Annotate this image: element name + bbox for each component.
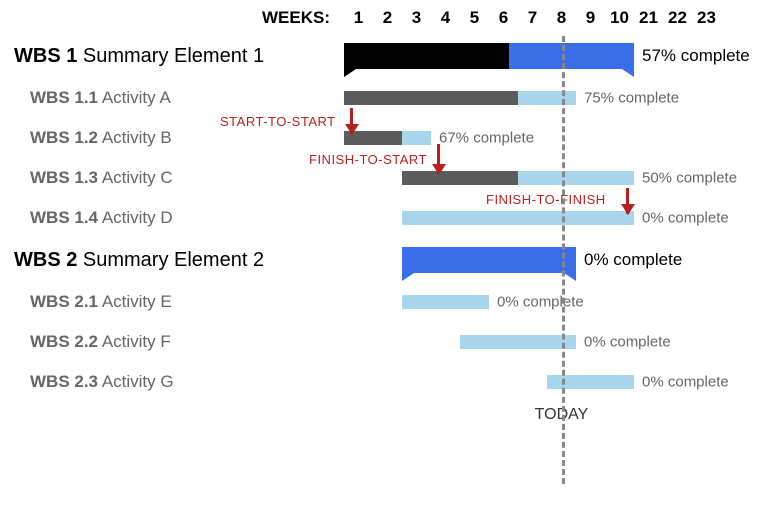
activity-bar xyxy=(460,335,576,349)
row-label: WBS 2.1 Activity E xyxy=(14,292,344,312)
activity-row: WBS 1.4 Activity D 0% complete xyxy=(14,198,758,238)
row-name: Summary Element 1 xyxy=(77,45,264,67)
today-line xyxy=(562,36,565,484)
dep-finish-to-finish-arrow-icon xyxy=(626,188,629,214)
summary-row: WBS 2 Summary Element 2 0% complete xyxy=(14,238,758,282)
row-label: WBS 1.1 Activity A xyxy=(14,88,344,108)
dep-finish-to-start-arrow-icon xyxy=(437,144,440,174)
wbs-code: WBS 1.4 xyxy=(30,208,98,227)
row-label: WBS 2.3 Activity G xyxy=(14,372,344,392)
weeks-header: WEEKS: 12345678910212223 xyxy=(14,8,758,28)
week-tick: 10 xyxy=(605,8,634,28)
progress-fill xyxy=(402,171,518,185)
row-name: Activity C xyxy=(98,168,173,187)
progress-label: 0% complete xyxy=(497,294,584,311)
summary-row: WBS 1 Summary Element 1 57% complete xyxy=(14,34,758,78)
week-tick: 22 xyxy=(663,8,692,28)
progress-label: 0% complete xyxy=(584,250,682,270)
weeks-label: WEEKS: xyxy=(14,8,344,28)
week-tick: 2 xyxy=(373,8,402,28)
week-tick: 1 xyxy=(344,8,373,28)
week-tick: 4 xyxy=(431,8,460,28)
progress-label: 57% complete xyxy=(642,46,750,66)
week-tick: 5 xyxy=(460,8,489,28)
row-name: Activity A xyxy=(98,88,171,107)
progress-label: 0% complete xyxy=(584,334,671,351)
activity-row: WBS 2.1 Activity E 0% complete xyxy=(14,282,758,322)
week-tick: 8 xyxy=(547,8,576,28)
progress-label: 0% complete xyxy=(642,210,729,227)
progress-fill xyxy=(344,43,509,69)
activity-bar xyxy=(402,295,489,309)
activity-row: WBS 2.2 Activity F 0% complete xyxy=(14,322,758,362)
row-label: WBS 1.4 Activity D xyxy=(14,208,344,228)
wbs-code: WBS 1.1 xyxy=(30,88,98,107)
row-label: WBS 1 Summary Element 1 xyxy=(14,45,344,68)
activity-row: WBS 1.1 Activity A 75% complete xyxy=(14,78,758,118)
wbs-code: WBS 2.3 xyxy=(30,372,98,391)
row-label: WBS 2.2 Activity F xyxy=(14,332,344,352)
week-tick: 9 xyxy=(576,8,605,28)
row-name: Activity D xyxy=(98,208,173,227)
row-label: WBS 2 Summary Element 2 xyxy=(14,249,344,272)
dep-finish-to-start-label: FINISH-TO-START xyxy=(309,152,427,167)
row-name: Summary Element 2 xyxy=(77,249,264,271)
wbs-code: WBS 1.2 xyxy=(30,128,98,147)
summary-bar xyxy=(402,247,576,273)
progress-label: 50% complete xyxy=(642,170,737,187)
activity-row: WBS 2.3 Activity G 0% complete xyxy=(14,362,758,402)
week-tick: 6 xyxy=(489,8,518,28)
progress-label: 75% complete xyxy=(584,90,679,107)
row-name: Activity E xyxy=(98,292,172,311)
progress-fill xyxy=(344,91,518,105)
dep-start-to-start-label: START-TO-START xyxy=(220,114,336,129)
row-name: Activity F xyxy=(98,332,171,351)
gantt-rows: WBS 1 Summary Element 157% completeWBS 1… xyxy=(14,34,758,402)
week-tick: 23 xyxy=(692,8,721,28)
week-tick: 21 xyxy=(634,8,663,28)
progress-label: 0% complete xyxy=(642,374,729,391)
week-tick: 3 xyxy=(402,8,431,28)
week-tick: 7 xyxy=(518,8,547,28)
dep-finish-to-finish-label: FINISH-TO-FINISH xyxy=(486,192,606,207)
activity-bar xyxy=(344,91,576,105)
wbs-code: WBS 2 xyxy=(14,249,77,271)
wbs-code: WBS 2.1 xyxy=(30,292,98,311)
row-name: Activity G xyxy=(98,372,174,391)
wbs-code: WBS 2.2 xyxy=(30,332,98,351)
wbs-code: WBS 1 xyxy=(14,45,77,67)
progress-label: 67% complete xyxy=(439,130,534,147)
activity-bar xyxy=(547,375,634,389)
dep-start-to-start-arrow-icon xyxy=(350,108,353,134)
row-label: WBS 1.3 Activity C xyxy=(14,168,344,188)
wbs-code: WBS 1.3 xyxy=(30,168,98,187)
row-label: WBS 1.2 Activity B xyxy=(14,128,344,148)
week-ticks: 12345678910212223 xyxy=(344,8,721,28)
activity-bar xyxy=(402,211,634,225)
row-name: Activity B xyxy=(98,128,172,147)
summary-bar xyxy=(344,43,634,69)
